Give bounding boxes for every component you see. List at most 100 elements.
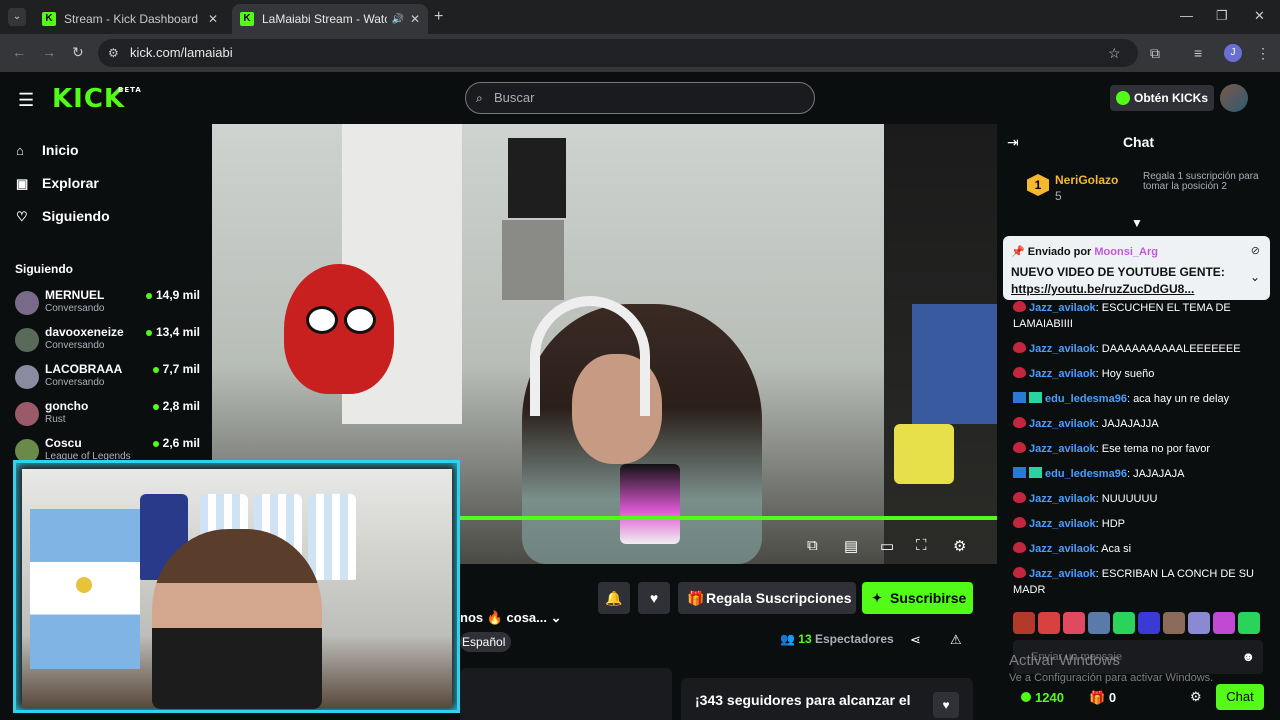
- chevron-down-icon[interactable]: ⌄: [1250, 270, 1260, 284]
- pinned-text: NUEVO VIDEO DE YOUTUBE GENTE:: [1011, 265, 1225, 279]
- leader-name[interactable]: NeriGolazo: [1055, 173, 1118, 187]
- emoji-picker-icon[interactable]: ☻: [1241, 640, 1255, 674]
- chat-message: Jazz_avilaok: DAAAAAAAAAALEEEEEEE: [1013, 341, 1263, 357]
- close-window-icon[interactable]: ✕: [1254, 8, 1265, 24]
- speaker-icon[interactable]: 🔊: [391, 14, 403, 25]
- hide-pinned-icon[interactable]: ⊘: [1251, 244, 1260, 257]
- theater-mode-icon[interactable]: ▭: [880, 537, 894, 555]
- chat-message: Jazz_avilaok: JAJAJAJJA: [1013, 416, 1263, 432]
- chat-username[interactable]: Jazz_avilaok: [1029, 518, 1096, 530]
- tab-kick-dashboard[interactable]: K Stream - Kick Dashboard ✕: [34, 4, 226, 34]
- hamburger-menu-icon[interactable]: ☰: [18, 90, 34, 111]
- heart-badge-icon: [1013, 542, 1026, 553]
- chat-username[interactable]: Jazz_avilaok: [1029, 418, 1096, 430]
- browser-tab-bar: ⌄ K Stream - Kick Dashboard ✕ K LaMaiabi…: [0, 0, 1280, 34]
- sidebar-item-inicio[interactable]: ⌂ Inicio: [16, 142, 79, 158]
- chat-text: Aca si: [1101, 543, 1132, 555]
- chat-message: Jazz_avilaok: Hoy sueño: [1013, 366, 1263, 382]
- user-avatar[interactable]: [1220, 84, 1248, 112]
- close-tab-icon[interactable]: ✕: [410, 12, 420, 26]
- pip-icon[interactable]: ⧉: [807, 537, 818, 554]
- gift-subs-button[interactable]: 🎁 Regala Suscripciones: [678, 582, 856, 614]
- pin-icon: 📌: [1011, 246, 1028, 258]
- close-tab-icon[interactable]: ✕: [208, 12, 218, 26]
- sidebar-item-siguiendo[interactable]: ♡ Siguiendo: [16, 208, 110, 225]
- users-icon: 👥: [780, 632, 799, 646]
- notification-bell-button[interactable]: 🔔: [598, 582, 630, 614]
- chat-username[interactable]: edu_ledesma96: [1045, 468, 1127, 480]
- video-progress-bar[interactable]: [460, 516, 997, 520]
- emote-bar: [1013, 612, 1275, 634]
- report-warning-icon[interactable]: ⚠: [950, 632, 962, 648]
- sidebar-item-explorar[interactable]: ▣ Explorar: [16, 175, 99, 192]
- emote[interactable]: [1063, 612, 1085, 634]
- chat-settings-icon[interactable]: ⚙: [1190, 689, 1202, 705]
- chat-username[interactable]: Jazz_avilaok: [1029, 493, 1096, 505]
- minimize-icon[interactable]: —: [1180, 8, 1193, 23]
- back-icon[interactable]: ←: [12, 44, 26, 60]
- maximize-icon[interactable]: ❐: [1216, 8, 1228, 24]
- chat-username[interactable]: Jazz_avilaok: [1029, 543, 1096, 555]
- get-kicks-button[interactable]: Obtén KICKs: [1110, 85, 1214, 111]
- pinned-link[interactable]: https://youtu.be/ruzZucDdGU8...: [1011, 282, 1194, 296]
- forward-icon[interactable]: →: [42, 44, 56, 60]
- new-tab-button[interactable]: +: [434, 8, 443, 26]
- browser-menu-icon[interactable]: ⋮: [1256, 45, 1270, 62]
- share-icon[interactable]: ⋖: [910, 632, 921, 648]
- chat-username[interactable]: edu_ledesma96: [1045, 393, 1127, 405]
- subscribe-button[interactable]: ✦ Suscribirse: [862, 582, 973, 614]
- collapse-chat-icon[interactable]: ⇥: [1007, 134, 1019, 151]
- kick-logo[interactable]: KICK BETA: [52, 84, 141, 114]
- argentina-flag: [30, 509, 140, 669]
- following-item[interactable]: MERNUEL Conversando 14,9 mil: [15, 288, 200, 324]
- heart-badge-icon: [1013, 301, 1026, 312]
- fullscreen-icon[interactable]: ⛶: [916, 537, 927, 554]
- reload-icon[interactable]: ↻: [72, 44, 84, 61]
- search-icon: ⌕: [476, 91, 483, 105]
- following-item[interactable]: davooxeneize Conversando 13,4 mil: [15, 325, 200, 361]
- bookmark-star-icon[interactable]: ☆: [1108, 45, 1121, 62]
- emote[interactable]: [1238, 612, 1260, 634]
- channel-points[interactable]: 1240: [1021, 690, 1064, 705]
- site-info-icon[interactable]: ⚙: [108, 39, 119, 67]
- chat-username[interactable]: Jazz_avilaok: [1029, 368, 1096, 380]
- chat-username[interactable]: Jazz_avilaok: [1029, 302, 1096, 314]
- tab-lamaiabi-stream[interactable]: K LaMaiabi Stream - Watch Li 🔊 ✕: [232, 4, 428, 34]
- spiderman-plush: [284, 264, 394, 394]
- chat-message: edu_ledesma96: aca hay un re delay: [1013, 391, 1263, 407]
- media-control-icon[interactable]: ≡: [1194, 45, 1202, 61]
- emote[interactable]: [1188, 612, 1210, 634]
- chat-username[interactable]: Jazz_avilaok: [1029, 343, 1096, 355]
- tab-search-button[interactable]: ⌄: [8, 8, 26, 26]
- emote[interactable]: [1213, 612, 1235, 634]
- chat-message: Jazz_avilaok: HDP: [1013, 516, 1263, 532]
- pinned-toggle-icon[interactable]: ▼: [1131, 216, 1143, 230]
- follow-heart-button[interactable]: ♥: [638, 582, 670, 614]
- emote[interactable]: [1113, 612, 1135, 634]
- chat-message: Jazz_avilaok: ESCUCHEN EL TEMA DE LAMAIA…: [1013, 301, 1231, 330]
- chat-username[interactable]: Jazz_avilaok: [1029, 568, 1096, 580]
- following-item[interactable]: LACOBRAAA Conversando 7,7 mil: [15, 362, 200, 398]
- profile-avatar[interactable]: J: [1224, 44, 1242, 62]
- chevron-down-icon[interactable]: ⌄: [551, 610, 562, 625]
- emote[interactable]: [1038, 612, 1060, 634]
- emote[interactable]: [1163, 612, 1185, 634]
- extensions-icon[interactable]: ⧉: [1150, 45, 1160, 62]
- heart-badge-icon: [1013, 517, 1026, 528]
- chat-username[interactable]: Jazz_avilaok: [1029, 443, 1096, 455]
- marvel-book: [912, 304, 997, 424]
- url-field[interactable]: ⚙ kick.com/lamaiabi: [98, 39, 1138, 67]
- windows-activation-subtitle: Ve a Configuración para activar Windows.: [1009, 672, 1214, 684]
- search-input[interactable]: ⌕ Buscar: [465, 82, 815, 114]
- emote[interactable]: [1088, 612, 1110, 634]
- drops-counter[interactable]: 🎁 0: [1089, 690, 1116, 706]
- viewer-count: 👥 13 Espectadores: [780, 632, 894, 646]
- emote[interactable]: [1013, 612, 1035, 634]
- emote[interactable]: [1138, 612, 1160, 634]
- send-chat-button[interactable]: Chat: [1216, 684, 1264, 710]
- heart-icon[interactable]: ♥: [933, 692, 959, 718]
- settings-gear-icon[interactable]: ⚙: [953, 537, 966, 555]
- following-item[interactable]: goncho Rust 2,8 mil: [15, 399, 200, 435]
- language-tag[interactable]: Español: [460, 632, 512, 652]
- clip-icon[interactable]: ▤: [844, 537, 858, 555]
